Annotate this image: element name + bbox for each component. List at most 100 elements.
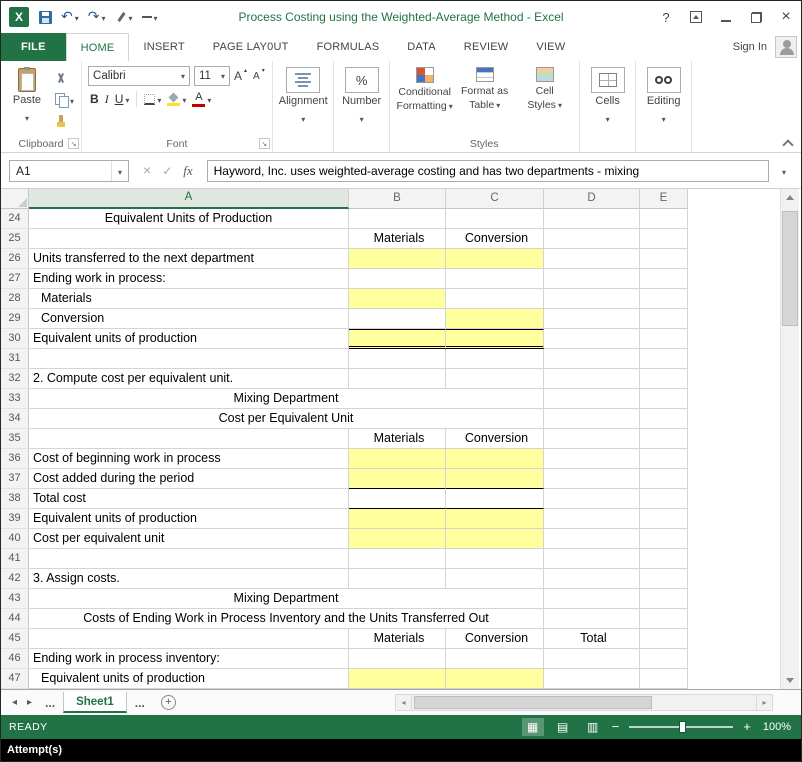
cell-D36[interactable] [544, 449, 640, 469]
ribbon-group-number[interactable]: % Number [334, 61, 390, 152]
cell-A36[interactable]: Cost of beginning work in process [29, 449, 349, 469]
cell-D27[interactable] [544, 269, 640, 289]
clipboard-dialog-launcher-icon[interactable] [68, 138, 80, 149]
redo-button[interactable] [88, 8, 106, 26]
cell-C30[interactable] [446, 329, 544, 349]
row-header-37[interactable]: 37 [1, 469, 29, 489]
cell-styles-button[interactable]: Cell Styles [516, 65, 574, 136]
paste-button[interactable]: Paste [7, 66, 47, 136]
row-header-30[interactable]: 30 [1, 329, 29, 349]
cell-E44[interactable] [640, 609, 688, 629]
cell-C38[interactable] [446, 489, 544, 509]
page-layout-view-button[interactable] [552, 718, 574, 736]
touch-mode-button[interactable] [115, 8, 133, 26]
cell-C40[interactable] [446, 529, 544, 549]
increase-font-button[interactable]: A [232, 67, 249, 85]
ribbon-group-editing[interactable]: Editing [636, 61, 692, 152]
cut-button[interactable] [53, 69, 76, 87]
cell-B36[interactable] [349, 449, 446, 469]
horizontal-scrollbar-thumb[interactable] [414, 696, 652, 709]
row-header-42[interactable]: 42 [1, 569, 29, 589]
cell-B31[interactable] [349, 349, 446, 369]
cell-E32[interactable] [640, 369, 688, 389]
font-dialog-launcher-icon[interactable] [258, 138, 270, 149]
formula-input[interactable]: Hayword, Inc. uses weighted-average cost… [206, 159, 769, 182]
row-header-40[interactable]: 40 [1, 529, 29, 549]
cell-C29[interactable] [446, 309, 544, 329]
scroll-left-icon[interactable] [395, 694, 412, 711]
cell-E40[interactable] [640, 529, 688, 549]
cell-C37[interactable] [446, 469, 544, 489]
cell-C42[interactable] [446, 569, 544, 589]
cell-A42[interactable]: 3. Assign costs. [29, 569, 349, 589]
cell-E41[interactable] [640, 549, 688, 569]
tabs-scroll-left-icon[interactable] [7, 697, 22, 708]
cell-A35[interactable] [29, 429, 349, 449]
cell-A28[interactable]: Materials [29, 289, 349, 309]
select-all-corner[interactable] [1, 189, 29, 209]
font-color-button[interactable]: A [190, 90, 213, 108]
cell-E25[interactable] [640, 229, 688, 249]
cell-C31[interactable] [446, 349, 544, 369]
copy-button[interactable] [53, 91, 76, 109]
cell-A25[interactable] [29, 229, 349, 249]
tab-data[interactable]: DATA [393, 33, 450, 61]
cell-C24[interactable] [446, 209, 544, 229]
tab-page-layout[interactable]: PAGE LAY0UT [199, 33, 303, 61]
cell-A39[interactable]: Equivalent units of production [29, 509, 349, 529]
restore-button[interactable] [749, 11, 763, 23]
ribbon-display-options-button[interactable] [689, 11, 703, 23]
cell-D34[interactable] [544, 409, 640, 429]
cell-A29[interactable]: Conversion [29, 309, 349, 329]
italic-button[interactable]: I [103, 90, 111, 108]
font-size-select[interactable]: 11 [194, 66, 231, 86]
hidden-sheets-right[interactable]: ... [127, 696, 153, 710]
row-header-46[interactable]: 46 [1, 649, 29, 669]
caret-down-icon[interactable] [112, 162, 128, 180]
cell-D41[interactable] [544, 549, 640, 569]
cell-A40[interactable]: Cost per equivalent unit [29, 529, 349, 549]
cell-B28[interactable] [349, 289, 446, 309]
vertical-scrollbar[interactable] [780, 189, 799, 689]
row-header-43[interactable]: 43 [1, 589, 29, 609]
cell-A32[interactable]: 2. Compute cost per equivalent unit. [29, 369, 349, 389]
cell-C45[interactable]: Conversion [446, 629, 544, 649]
row-header-38[interactable]: 38 [1, 489, 29, 509]
column-header-B[interactable]: B [349, 189, 446, 209]
cell-D39[interactable] [544, 509, 640, 529]
row-header-29[interactable]: 29 [1, 309, 29, 329]
row-header-24[interactable]: 24 [1, 209, 29, 229]
cell-E46[interactable] [640, 649, 688, 669]
tab-view[interactable]: VIEW [522, 33, 579, 61]
cell-E30[interactable] [640, 329, 688, 349]
cell-E36[interactable] [640, 449, 688, 469]
cell-D32[interactable] [544, 369, 640, 389]
cell-D31[interactable] [544, 349, 640, 369]
cell-E35[interactable] [640, 429, 688, 449]
format-as-table-button[interactable]: Format as Table [456, 65, 514, 136]
cell-D38[interactable] [544, 489, 640, 509]
tab-file[interactable]: FILE [1, 33, 66, 61]
cell-A37[interactable]: Cost added during the period [29, 469, 349, 489]
cell-E43[interactable] [640, 589, 688, 609]
cell-B45[interactable]: Materials [349, 629, 446, 649]
cell-E42[interactable] [640, 569, 688, 589]
cell-A38[interactable]: Total cost [29, 489, 349, 509]
tab-formulas[interactable]: FORMULAS [303, 33, 394, 61]
cell-B46[interactable] [349, 649, 446, 669]
cell-E33[interactable] [640, 389, 688, 409]
cell-B29[interactable] [349, 309, 446, 329]
cell-E39[interactable] [640, 509, 688, 529]
cell-D24[interactable] [544, 209, 640, 229]
close-button[interactable] [779, 9, 793, 25]
cell-D29[interactable] [544, 309, 640, 329]
zoom-slider-thumb[interactable] [679, 721, 687, 733]
zoom-in-button[interactable] [743, 718, 751, 736]
expand-formula-bar-icon[interactable] [775, 162, 793, 180]
cell-C46[interactable] [446, 649, 544, 669]
cell-E45[interactable] [640, 629, 688, 649]
row-header-31[interactable]: 31 [1, 349, 29, 369]
row-header-41[interactable]: 41 [1, 549, 29, 569]
row-header-28[interactable]: 28 [1, 289, 29, 309]
cell-C47[interactable] [446, 669, 544, 689]
